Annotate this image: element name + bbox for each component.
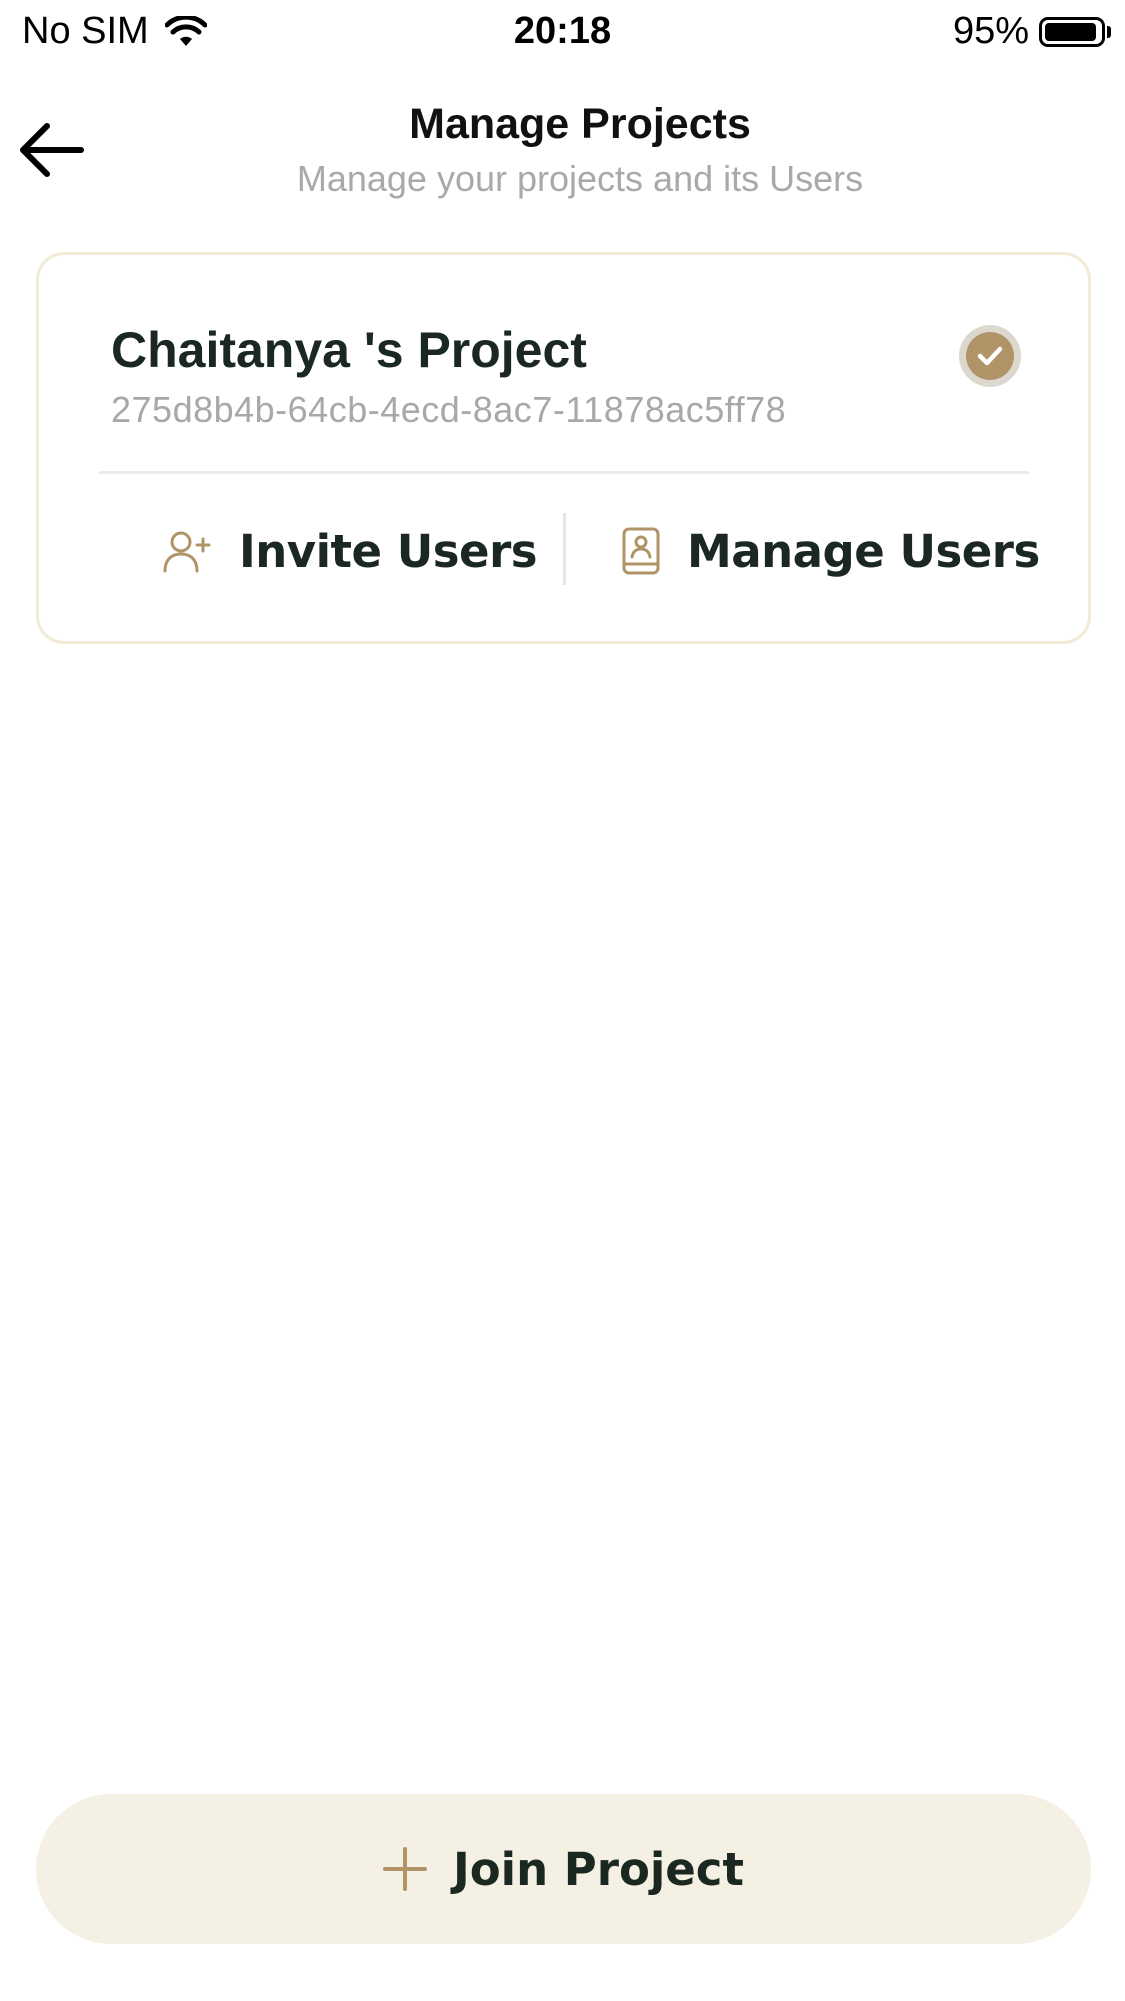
add-user-icon: [163, 531, 211, 573]
battery-icon: [1039, 16, 1105, 47]
status-bar: No SIM 20:18 95%: [0, 0, 1125, 64]
project-name: Chaitanya 's Project: [111, 322, 587, 378]
card-divider: [99, 471, 1029, 474]
battery-level: [1045, 22, 1097, 41]
join-project-label: Join Project: [452, 1842, 744, 1896]
battery-status: 95%: [953, 10, 1111, 53]
manage-users-button[interactable]: Manage Users: [621, 513, 1040, 589]
selected-indicator[interactable]: [959, 325, 1021, 387]
manage-users-label: Manage Users: [687, 524, 1040, 578]
card-actions: Invite Users Manage Users: [39, 513, 1088, 589]
invite-users-button[interactable]: Invite Users: [163, 513, 538, 589]
contact-book-icon: [622, 527, 660, 575]
join-project-button[interactable]: Join Project: [36, 1794, 1091, 1944]
check-icon: [977, 346, 1003, 366]
project-card[interactable]: Chaitanya 's Project 275d8b4b-64cb-4ecd-…: [36, 252, 1091, 644]
invite-users-label: Invite Users: [239, 524, 538, 578]
page-title: Manage Projects: [409, 100, 751, 148]
action-separator: [563, 513, 566, 585]
battery-cap: [1107, 25, 1111, 38]
page-subtitle: Manage your projects and its Users: [296, 158, 864, 199]
project-id: 275d8b4b-64cb-4ecd-8ac7-11878ac5ff78: [111, 389, 787, 430]
plus-icon: [382, 1847, 427, 1891]
check-circle: [966, 332, 1014, 380]
battery-percent: 95%: [952, 10, 1029, 52]
